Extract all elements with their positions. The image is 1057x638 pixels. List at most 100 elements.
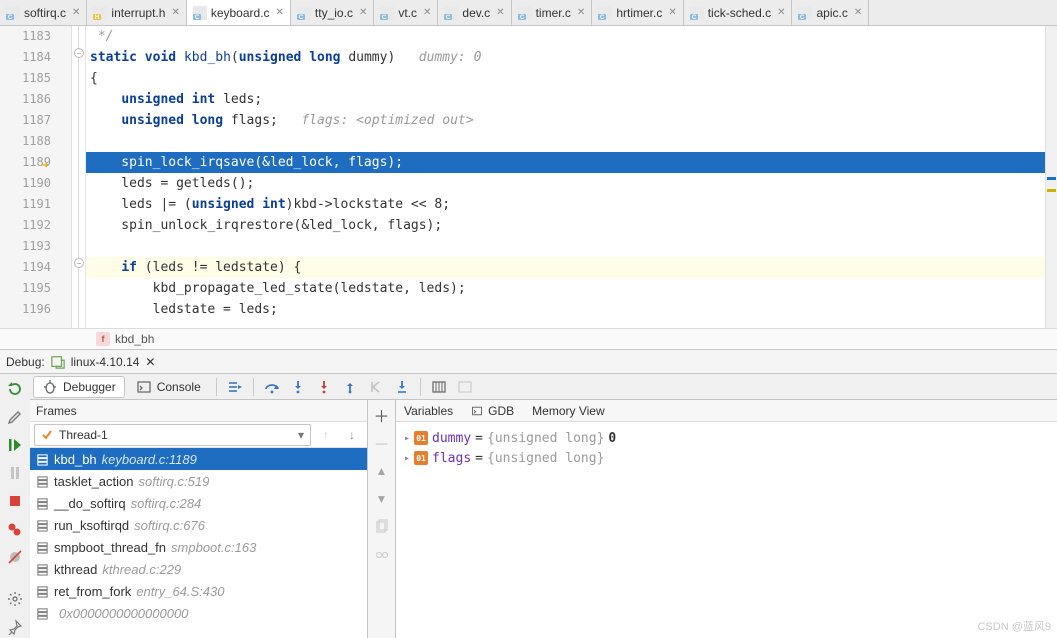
function-icon: f [96,332,110,346]
step-out-button[interactable] [338,376,362,398]
view-breakpoints-button[interactable] [3,518,27,540]
watch-down-button[interactable]: ▼ [370,488,394,510]
line-number[interactable]: 1183 [0,26,51,47]
line-number[interactable]: 1192 [0,215,51,236]
line-number[interactable]: 1196 [0,299,51,320]
copy-button[interactable] [370,516,394,538]
frame-down-button[interactable]: ↓ [341,424,363,446]
remove-watch-button[interactable]: － [370,432,394,454]
file-tab[interactable]: Ctimer.c✕ [512,0,593,25]
stack-frame[interactable]: __do_softirq softirq.c:284 [30,492,367,514]
memory-view-tab[interactable]: Memory View [532,404,604,418]
force-step-into-button[interactable] [312,376,336,398]
stack-icon [36,541,49,554]
line-number[interactable]: 1193 [0,236,51,257]
file-tab[interactable]: Csoftirq.c✕ [0,0,87,25]
close-icon[interactable]: ✕ [171,7,179,18]
frame-up-button[interactable]: ↑ [315,424,337,446]
close-icon[interactable]: ✕ [496,7,504,18]
code-viewport[interactable]: */ static void kbd_bh(unsigned long dumm… [86,26,1045,328]
resume-button[interactable] [3,434,27,456]
close-icon[interactable]: ✕ [423,7,431,18]
close-icon[interactable]: ✕ [777,7,785,18]
thread-selector[interactable]: Thread-1 ▾ [34,424,311,446]
debug-settings-gear-icon[interactable] [3,588,27,610]
run-config-name[interactable]: linux-4.10.14 [71,355,140,369]
tab-label: dev.c [462,6,490,20]
close-icon[interactable]: ✕ [359,7,367,18]
variables-list[interactable]: ▸01dummy = {unsigned long} 0▸01flags = {… [396,422,1057,638]
new-watch-button[interactable]: ＋ [370,404,394,426]
fold-toggle-icon[interactable]: − [74,48,84,58]
pin-button[interactable] [3,616,27,638]
expand-icon[interactable]: ▸ [404,433,410,444]
editor-overview-ruler[interactable] [1045,26,1057,328]
line-number[interactable]: 1186 [0,89,51,110]
pause-button[interactable] [3,462,27,484]
debug-config-row: Debug: linux-4.10.14 ✕ [0,350,1057,374]
file-icon: C [6,6,20,20]
line-number[interactable]: 1188 [0,131,51,152]
debugger-tab[interactable]: Debugger [33,376,125,398]
variable-row[interactable]: ▸01dummy = {unsigned long} 0 [404,428,1049,448]
stack-frame[interactable]: smpboot_thread_fn smpboot.c:163 [30,536,367,558]
file-tab[interactable]: Cdev.c✕ [438,0,511,25]
close-icon[interactable]: ✕ [668,7,676,18]
inline-value-hint: dummy: 0 [419,50,482,65]
close-icon[interactable]: ✕ [577,7,585,18]
variable-row[interactable]: ▸01flags = {unsigned long} [404,448,1049,468]
drop-frame-button[interactable] [364,376,388,398]
close-icon[interactable]: ✕ [145,355,155,369]
close-icon[interactable]: ✕ [72,7,80,18]
stack-icon [36,497,49,510]
line-number[interactable]: 1185 [0,68,51,89]
line-number[interactable]: 1195 [0,278,51,299]
stack-frame[interactable]: 0x0000000000000000 [30,602,367,624]
variables-tab[interactable]: Variables [404,404,453,418]
rerun-button[interactable] [3,378,27,400]
file-tab[interactable]: Ctick-sched.c✕ [684,0,793,25]
mute-breakpoints-button[interactable] [3,546,27,568]
file-tab[interactable]: Capic.c✕ [792,0,869,25]
link-button[interactable] [370,544,394,566]
watch-up-button[interactable]: ▲ [370,460,394,482]
line-number[interactable]: 1187 [0,110,51,131]
execution-point-line[interactable]: spin_lock_irqsave(&led_lock, flags); [86,152,1045,173]
line-number[interactable]: 1184 [0,47,51,68]
code-text: */ [98,29,114,44]
gdb-tab[interactable]: GDB [471,404,514,418]
stack-frame[interactable]: kbd_bh keyboard.c:1189 [30,448,367,470]
file-tab[interactable]: Cvt.c✕ [374,0,438,25]
line-number[interactable]: 1194 [0,257,51,278]
evaluate-expression-button[interactable] [427,376,451,398]
trace-button[interactable] [453,376,477,398]
stack-frame[interactable]: ret_from_fork entry_64.S:430 [30,580,367,602]
show-execution-point-button[interactable] [223,376,247,398]
file-tab[interactable]: Chrtimer.c✕ [592,0,683,25]
close-icon[interactable]: ✕ [276,7,284,18]
stop-button[interactable] [3,490,27,512]
symbol-breadcrumb[interactable]: f kbd_bh [0,328,1057,350]
line-number[interactable]: 1190 [0,173,51,194]
frames-list[interactable]: kbd_bh keyboard.c:1189tasklet_action sof… [30,448,367,638]
line-number[interactable]: 1191 [0,194,51,215]
console-tab[interactable]: Console [127,376,210,398]
step-into-button[interactable] [286,376,310,398]
frame-function: kbd_bh [54,452,97,467]
fold-toggle-icon[interactable]: − [74,258,84,268]
file-tab[interactable]: Ckeyboard.c✕ [187,0,291,25]
stack-frame[interactable]: kthread kthread.c:229 [30,558,367,580]
expand-icon[interactable]: ▸ [404,453,410,464]
line-number[interactable]: 1189➔ [0,152,51,173]
run-to-cursor-button[interactable] [390,376,414,398]
settings-button[interactable] [3,406,27,428]
close-icon[interactable]: ✕ [854,7,862,18]
frame-location: kthread.c:229 [102,562,181,577]
step-over-button[interactable] [260,376,284,398]
stack-frame[interactable]: tasklet_action softirq.c:519 [30,470,367,492]
file-tab[interactable]: Ctty_io.c✕ [291,0,374,25]
debug-side-toolbar [0,374,30,638]
stack-frame[interactable]: run_ksoftirqd softirq.c:676 [30,514,367,536]
file-tab[interactable]: Hinterrupt.h✕ [87,0,186,25]
tab-label: hrtimer.c [616,6,662,20]
